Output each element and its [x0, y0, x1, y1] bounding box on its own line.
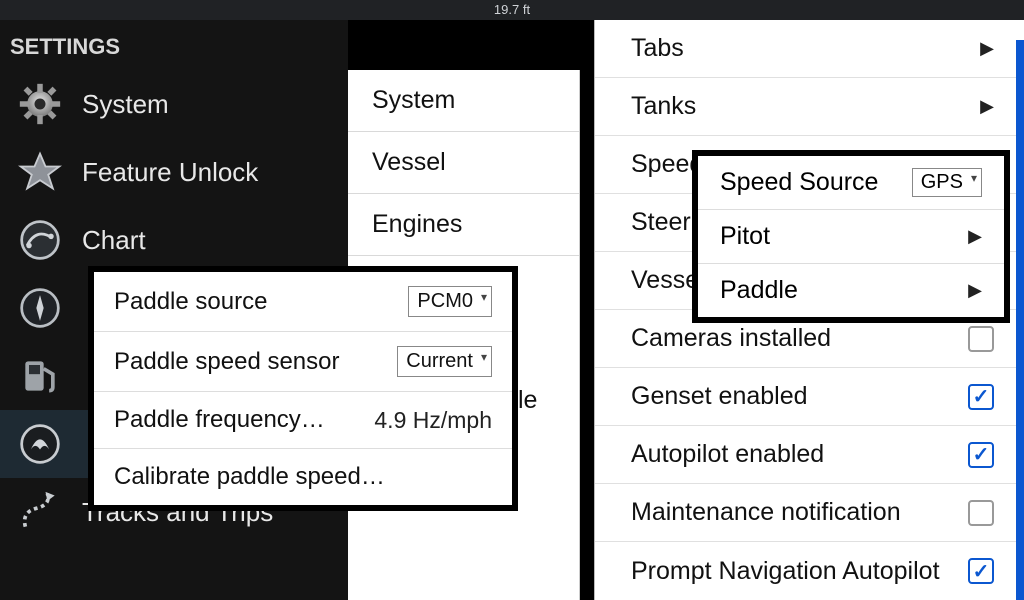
fuel-pump-icon: [16, 352, 64, 400]
detail-label: Steer: [631, 208, 691, 237]
detail-label: Autopilot enabled: [631, 440, 824, 469]
paddle-frequency-value: 4.9 Hz/mph: [374, 407, 492, 434]
submenu-item-system[interactable]: System: [348, 70, 579, 132]
paddle-label: Paddle: [720, 276, 798, 305]
checkbox[interactable]: ✓: [968, 326, 994, 352]
detail-row-genset[interactable]: Genset enabled ✓: [595, 368, 1024, 426]
calibrate-paddle-speed-row[interactable]: Calibrate paddle speed…: [94, 449, 512, 505]
detail-label: Prompt Navigation Autopilot: [631, 557, 940, 586]
route-path-icon: [16, 488, 64, 536]
speed-source-row[interactable]: Speed Source GPS: [698, 156, 1004, 210]
detail-label: Maintenance notification: [631, 498, 901, 527]
detail-row-autopilot[interactable]: Autopilot enabled ✓: [595, 426, 1024, 484]
sidebar-item-chart[interactable]: Chart: [0, 206, 348, 274]
sidebar-item-label: Chart: [82, 225, 146, 256]
detail-row-prompt-nav-autopilot[interactable]: Prompt Navigation Autopilot ✓: [595, 542, 1024, 600]
top-status-bar: 19.7 ft: [0, 0, 1024, 20]
speed-source-select[interactable]: GPS: [912, 168, 982, 197]
star-icon: [16, 148, 64, 196]
compass-icon: [16, 284, 64, 332]
detail-label: Genset enabled: [631, 382, 808, 411]
speed-source-label: Speed Source: [720, 168, 878, 197]
calibrate-paddle-label: Calibrate paddle speed…: [114, 463, 385, 491]
paddle-source-row[interactable]: Paddle source PCM0: [94, 272, 512, 332]
detail-row-maintenance[interactable]: Maintenance notification ✓: [595, 484, 1024, 542]
depth-readout: 19.7 ft: [494, 2, 530, 17]
speed-pitot-row[interactable]: Pitot ▶: [698, 210, 1004, 264]
checkbox[interactable]: ✓: [968, 500, 994, 526]
settings-title: SETTINGS: [0, 20, 348, 70]
speed-paddle-row[interactable]: Paddle ▶: [698, 264, 1004, 317]
submenu-item-engines[interactable]: Engines: [348, 194, 579, 256]
gear-icon: [16, 80, 64, 128]
chevron-right-icon: ▶: [980, 96, 994, 117]
detail-label: Tabs: [631, 34, 684, 63]
paddle-source-label: Paddle source: [114, 288, 267, 316]
checkbox[interactable]: ✓: [968, 558, 994, 584]
detail-row-tanks[interactable]: Tanks ▶: [595, 78, 1024, 136]
detail-label: Tanks: [631, 92, 696, 121]
speed-source-popover: Speed Source GPS Pitot ▶ Paddle ▶: [692, 150, 1010, 323]
sidebar-item-label: System: [82, 89, 169, 120]
paddle-speed-sensor-row[interactable]: Paddle speed sensor Current: [94, 332, 512, 392]
detail-label: Vesse: [631, 266, 699, 295]
paddle-frequency-label: Paddle frequency…: [114, 406, 325, 434]
scrollbar[interactable]: [1016, 40, 1024, 600]
chevron-right-icon: ▶: [968, 280, 982, 301]
sidebar-item-label: Feature Unlock: [82, 157, 258, 188]
mercury-logo-icon: [16, 420, 64, 468]
globe-route-icon: [16, 216, 64, 264]
chevron-right-icon: ▶: [980, 38, 994, 59]
detail-row-tabs[interactable]: Tabs ▶: [595, 20, 1024, 78]
submenu-peek-text: le: [518, 386, 537, 415]
paddle-speed-sensor-label: Paddle speed sensor: [114, 348, 340, 376]
paddle-speed-sensor-select[interactable]: Current: [397, 346, 492, 377]
sidebar-item-system[interactable]: System: [0, 70, 348, 138]
submenu-item-vessel[interactable]: Vessel: [348, 132, 579, 194]
pitot-label: Pitot: [720, 222, 770, 251]
detail-label: Cameras installed: [631, 324, 831, 353]
chevron-right-icon: ▶: [968, 226, 982, 247]
checkbox[interactable]: ✓: [968, 384, 994, 410]
paddle-popover: Paddle source PCM0 Paddle speed sensor C…: [88, 266, 518, 511]
checkbox[interactable]: ✓: [968, 442, 994, 468]
sidebar-item-feature-unlock[interactable]: Feature Unlock: [0, 138, 348, 206]
app-root: 19.7 ft SETTINGS System Feature Unlock C…: [0, 0, 1024, 600]
paddle-source-select[interactable]: PCM0: [408, 286, 492, 317]
paddle-frequency-row[interactable]: Paddle frequency… 4.9 Hz/mph: [94, 392, 512, 449]
